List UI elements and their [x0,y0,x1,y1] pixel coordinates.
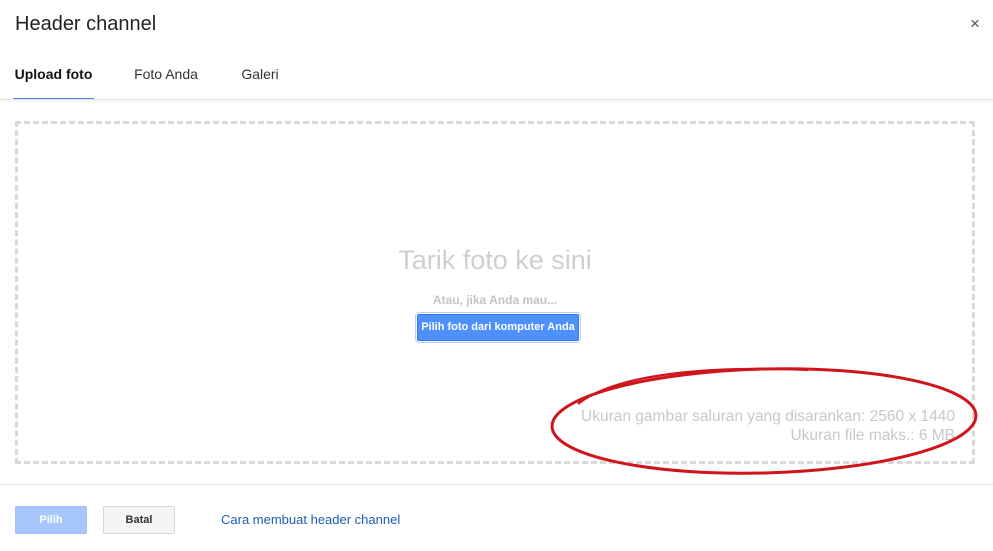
tab-your-photos[interactable]: Foto Anda [126,52,206,100]
recommended-image-size: Ukuran gambar saluran yang disarankan: 2… [581,408,955,425]
max-file-size: Ukuran file maks.: 6 MB [790,427,955,444]
tab-gallery[interactable]: Galeri [234,52,286,100]
footer-divider [0,484,993,485]
dialog-title: Header channel [15,13,157,35]
help-link-create-channel-header[interactable]: Cara membuat header channel [221,512,400,527]
drop-zone-title: Tarik foto ke sini [398,245,592,275]
tabs-divider [0,99,993,100]
cancel-button[interactable]: Batal [103,506,175,534]
upload-requirements: Ukuran gambar saluran yang disarankan: 2… [581,407,955,445]
photo-drop-zone[interactable]: Tarik foto ke sini Atau, jika Anda mau..… [15,121,975,464]
tab-bar: Upload foto Foto Anda Galeri [0,52,993,100]
choose-photo-from-computer-button[interactable]: Pilih foto dari komputer Anda [417,314,579,341]
select-button[interactable]: Pilih [15,506,87,534]
drop-zone-alternative-text: Atau, jika Anda mau... [432,293,558,307]
tab-upload-photo[interactable]: Upload foto [13,52,94,100]
close-icon[interactable]: × [966,15,984,33]
